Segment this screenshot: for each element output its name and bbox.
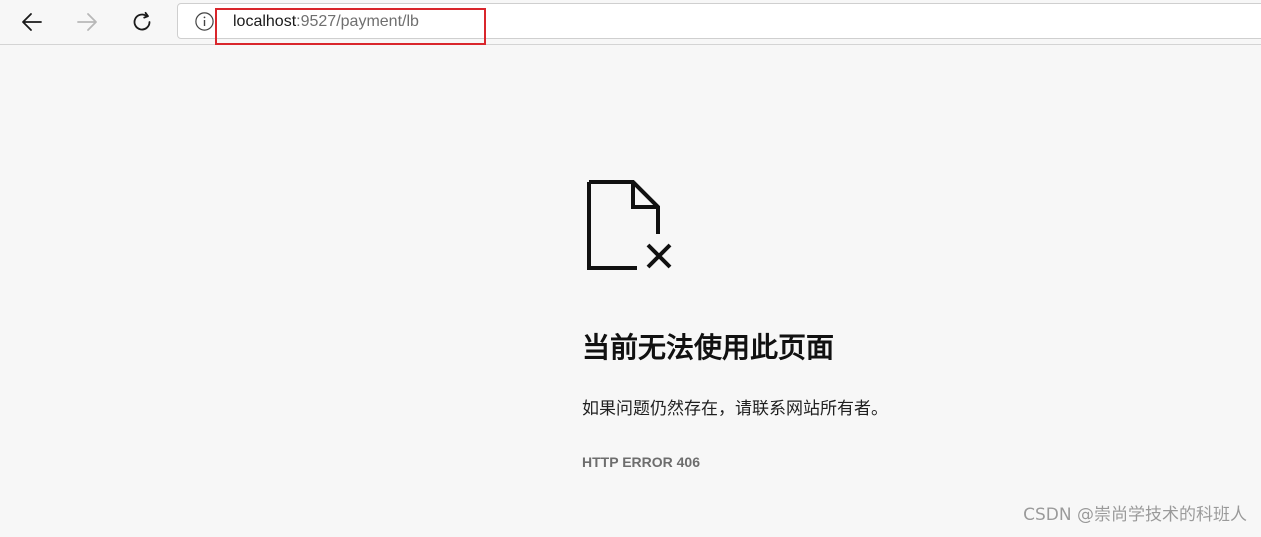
refresh-icon	[133, 11, 151, 31]
arrow-right-icon	[77, 13, 97, 31]
refresh-button[interactable]	[124, 4, 160, 40]
broken-document-icon	[587, 180, 672, 270]
back-button[interactable]	[14, 4, 50, 40]
error-title: 当前无法使用此页面	[582, 331, 835, 364]
error-code: HTTP ERROR 406	[582, 454, 700, 470]
error-description: 如果问题仍然存在，请联系网站所有者。	[582, 399, 888, 419]
url-host: localhost	[233, 13, 297, 30]
arrow-left-icon	[22, 13, 42, 31]
url-path: :9527/payment/lb	[296, 13, 419, 30]
address-bar[interactable]: localhost:9527/payment/lb	[177, 3, 1261, 39]
url-text[interactable]: localhost:9527/payment/lb	[233, 12, 419, 32]
forward-button[interactable]	[69, 4, 105, 40]
info-circle-icon[interactable]	[195, 12, 214, 31]
watermark: CSDN @崇尚学技术的科班人	[1023, 505, 1247, 525]
browser-toolbar: localhost:9527/payment/lb	[0, 0, 1261, 45]
